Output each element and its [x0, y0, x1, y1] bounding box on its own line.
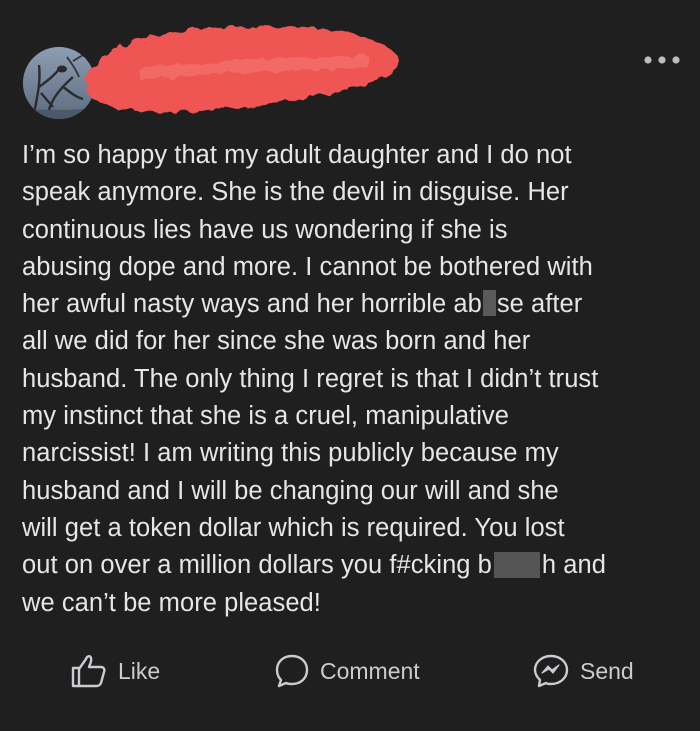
name-redaction-scribble [86, 26, 398, 113]
post-text-segment: out on over a million dollars you f#ckin… [22, 551, 492, 580]
post-text-line: all we did for her since she was born an… [22, 327, 531, 356]
send-button[interactable]: Send [532, 645, 634, 697]
post-text-line: out on over a million dollars you f#ckin… [22, 547, 692, 584]
comment-button[interactable]: Comment [274, 645, 420, 697]
post-action-bar: Like Comment Send [0, 645, 700, 701]
more-options-button[interactable] [640, 52, 684, 68]
post-text-line: her awful nasty ways and her horrible ab… [22, 286, 692, 323]
post-text-line: narcissist! I am writing this publicly b… [22, 439, 559, 468]
post-text-line: continuous lies have us wondering if she… [22, 215, 508, 244]
send-label: Send [580, 657, 634, 684]
post-text-line: husband and I will be changing our will … [22, 476, 559, 505]
post-text: I’m so happy that my adult daughter and … [22, 137, 692, 622]
comment-bubble-icon [275, 654, 309, 688]
post-text-line: husband. The only thing I regret is that… [22, 364, 599, 393]
post-card: I’m so happy that my adult daughter and … [0, 0, 700, 731]
post-text-segment: her awful nasty ways and her horrible ab [22, 290, 482, 319]
post-text-segment: h and [541, 551, 606, 580]
more-options-icon [644, 56, 680, 64]
post-text-line: my instinct that she is a cruel, manipul… [22, 402, 509, 431]
censor-block [493, 551, 540, 578]
messenger-icon [533, 654, 569, 688]
comment-label: Comment [320, 657, 420, 684]
post-text-line: speak anymore. She is the devil in disgu… [22, 178, 569, 207]
post-text-segment: se after [496, 290, 583, 319]
like-button[interactable]: Like [70, 645, 160, 697]
post-text-line: will get a token dollar which is require… [22, 513, 565, 542]
post-text-line: abusing dope and more. I cannot be bothe… [22, 252, 593, 281]
like-label: Like [118, 657, 161, 684]
post-text-line: we can’t be more pleased! [22, 588, 321, 617]
censor-block [482, 290, 496, 317]
post-text-line: I’m so happy that my adult daughter and … [22, 141, 572, 169]
thumbs-up-icon [71, 655, 106, 688]
